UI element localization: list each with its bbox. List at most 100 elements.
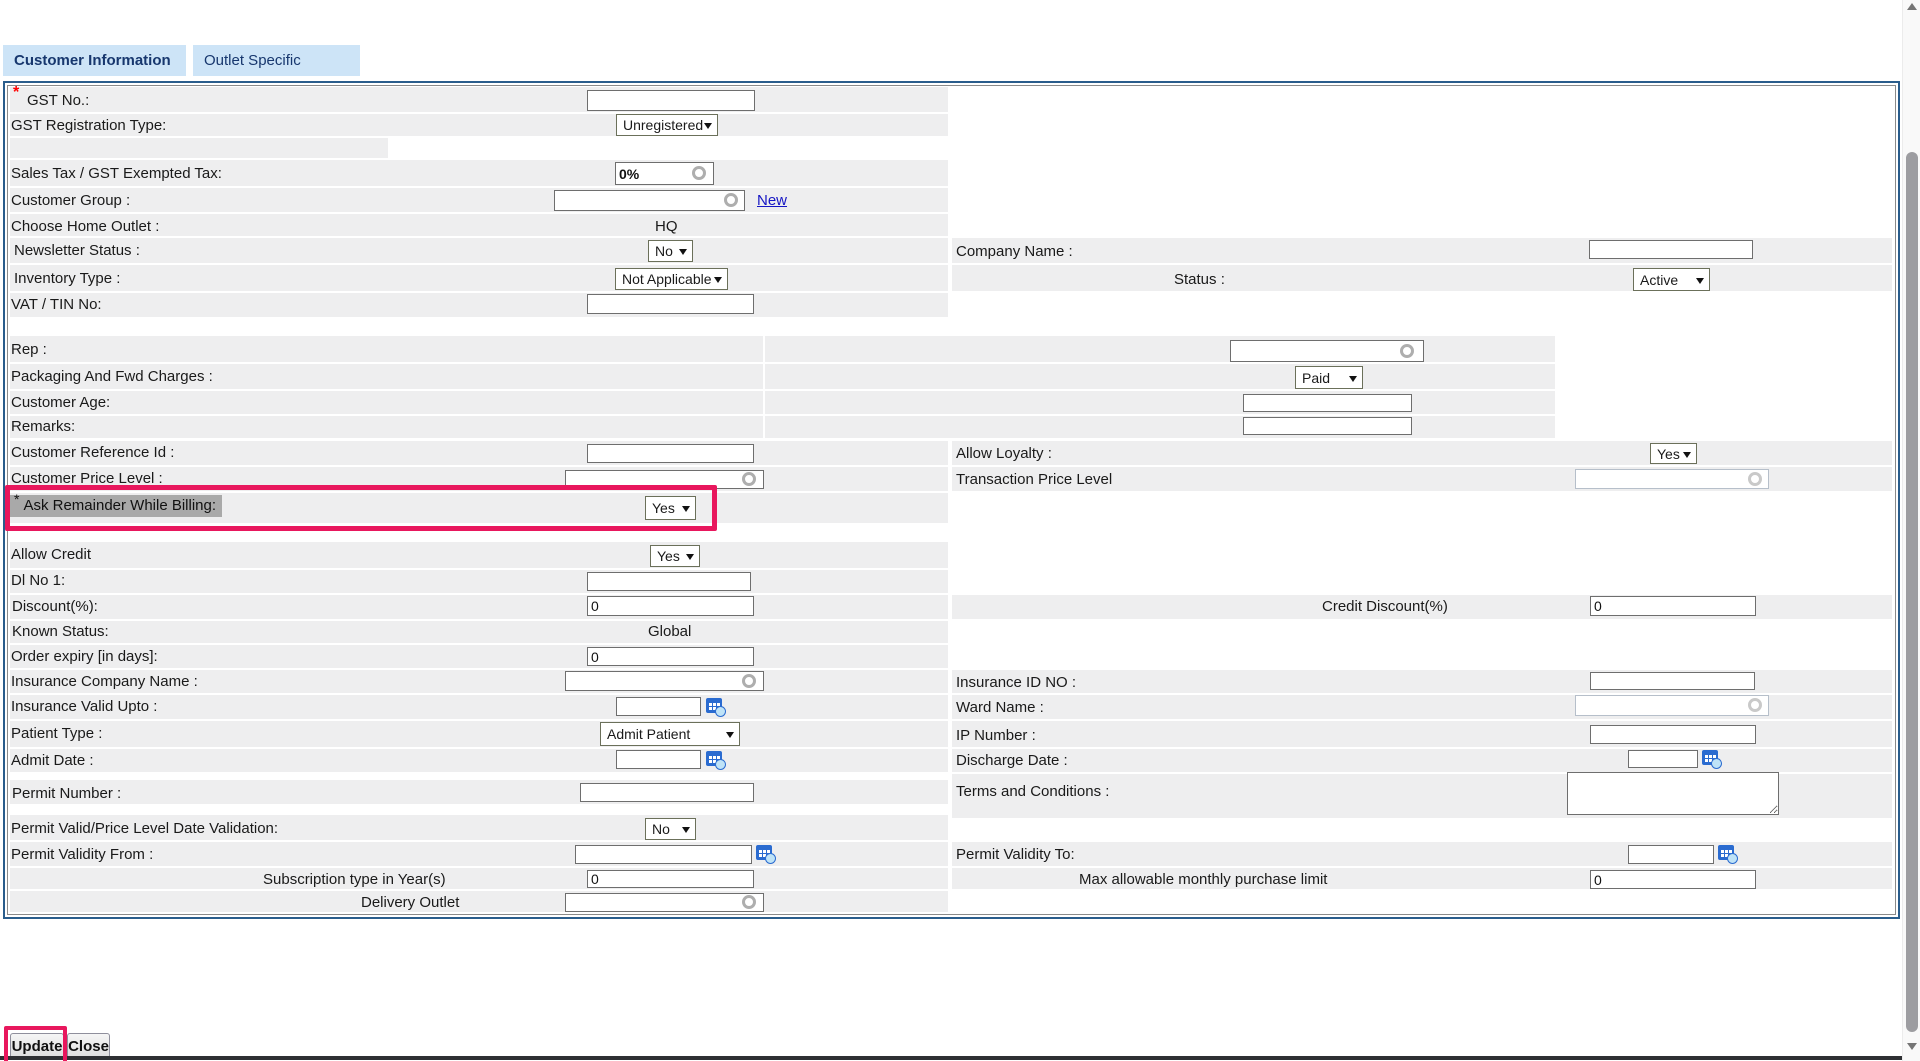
row-permit-number [10,780,948,804]
row-packaging-right [765,364,1555,389]
delivery-outlet-lookup-icon[interactable] [742,895,756,909]
row-customer-age [10,391,763,414]
row-status [952,265,1892,291]
permit-validity-to-input[interactable] [1628,845,1714,864]
chevron-down-icon [1696,277,1704,288]
permit-validity-from-input[interactable] [575,845,752,864]
close-button-label: Close [68,1037,109,1055]
permit-validity-to-calendar-icon[interactable] [1718,845,1738,864]
terms-conditions-label: Terms and Conditions : [956,783,1110,800]
row-allow-credit [10,542,948,568]
tab-customer-information-label: Customer Information [14,52,171,69]
transaction-price-level-label: Transaction Price Level [956,471,1113,488]
row-gst-no [10,87,948,112]
status-select[interactable]: Active [1633,268,1710,291]
customer-group-lookup-icon[interactable] [724,193,738,207]
gst-no-input[interactable] [587,90,755,111]
dl-no-input[interactable] [587,572,751,591]
gst-no-label: GST No.: [27,92,90,109]
ip-number-input[interactable] [1590,725,1756,744]
company-name-label: Company Name : [956,243,1073,260]
patient-type-select[interactable]: Admit Patient [600,722,740,746]
row-dl-no [10,570,948,593]
insurance-id-label: Insurance ID NO : [956,674,1077,691]
allow-loyalty-select[interactable]: Yes [1650,443,1697,464]
delivery-outlet-input[interactable] [565,893,764,912]
tab-outlet-specific[interactable]: Outlet Specific [193,45,360,76]
subscription-years-input[interactable] [587,870,754,888]
customer-reference-input[interactable] [587,444,754,463]
chevron-down-icon [1683,451,1691,462]
chevron-down-icon [714,277,722,287]
company-name-input[interactable] [1589,240,1753,259]
subscription-years-label: Subscription type in Year(s) [263,871,446,888]
tab-customer-information[interactable]: Customer Information [3,45,186,76]
tab-outlet-specific-label: Outlet Specific [204,52,301,69]
newsletter-status-select[interactable]: No [648,240,693,262]
discharge-date-input[interactable] [1628,750,1698,768]
remarks-label: Remarks: [11,418,76,435]
packaging-fwd-label: Packaging And Fwd Charges : [11,368,213,385]
insurance-valid-upto-input[interactable] [616,697,701,716]
order-expiry-input[interactable] [587,647,754,666]
scrollbar-down-icon[interactable] [1907,1043,1917,1050]
ward-name-input[interactable] [1575,695,1769,716]
insurance-company-lookup-icon[interactable] [742,674,756,688]
allow-credit-select[interactable]: Yes [650,545,700,567]
chevron-down-icon [686,554,694,564]
gst-registration-type-select[interactable]: Unregistered [616,114,718,136]
transaction-price-level-lookup-icon[interactable] [1748,472,1762,486]
known-status-value: Global [648,623,692,640]
insurance-valid-upto-label: Insurance Valid Upto : [11,698,158,715]
chevron-down-icon [679,249,687,259]
allow-loyalty-label: Allow Loyalty : [956,445,1052,462]
permit-number-input[interactable] [580,783,754,802]
newsletter-status-label: Newsletter Status : [14,242,140,259]
credit-discount-input[interactable] [1590,596,1756,616]
scrollbar-up-icon[interactable] [1907,3,1917,10]
row-customer-group [10,188,948,212]
rep-input[interactable] [1230,340,1424,362]
chevron-down-icon [704,123,712,133]
admit-date-calendar-icon[interactable] [706,751,726,770]
customer-price-level-lookup-icon[interactable] [742,472,756,486]
bottom-divider [0,1056,1902,1060]
customer-group-label: Customer Group : [11,192,131,209]
delivery-outlet-label: Delivery Outlet [361,894,460,911]
customer-group-new-link[interactable]: New [757,192,787,209]
ward-name-lookup-icon[interactable] [1748,698,1762,712]
terms-conditions-textarea[interactable] [1567,772,1779,815]
transaction-price-level-input[interactable] [1575,469,1769,489]
packaging-fwd-value: Paid [1302,369,1331,386]
newsletter-status-value: No [655,243,673,259]
remarks-input[interactable] [1243,417,1412,435]
permit-validity-from-calendar-icon[interactable] [756,845,776,864]
permit-valid-validation-select[interactable]: No [645,818,696,840]
discharge-date-calendar-icon[interactable] [1702,750,1722,769]
row-customer-age-right [765,391,1555,414]
credit-discount-label: Credit Discount(%) [1322,598,1448,615]
rep-lookup-icon[interactable] [1400,344,1414,358]
packaging-fwd-select[interactable]: Paid [1295,366,1363,389]
permit-valid-validation-label: Permit Valid/Price Level Date Validation… [11,820,279,837]
row-known-status [10,621,948,643]
vat-tin-input[interactable] [587,294,754,314]
customer-age-input[interactable] [1243,394,1412,412]
allow-credit-value: Yes [657,548,680,564]
max-purchase-input[interactable] [1590,870,1756,889]
insurance-company-input[interactable] [565,671,764,691]
row-patient-type [10,721,948,747]
row-admit-date [10,749,948,772]
discount-input[interactable] [587,596,754,616]
insurance-valid-upto-calendar-icon[interactable] [706,698,726,717]
scrollbar-thumb[interactable] [1906,152,1918,1032]
inventory-type-select[interactable]: Not Applicable [615,268,728,290]
customer-age-label: Customer Age: [11,394,111,411]
vertical-scrollbar[interactable] [1902,0,1920,1061]
customer-group-input[interactable] [554,190,745,211]
admit-date-input[interactable] [616,750,701,769]
insurance-id-input[interactable] [1590,672,1755,690]
inventory-type-label: Inventory Type : [14,270,121,287]
chevron-down-icon [682,827,690,837]
sales-tax-lookup-icon[interactable] [692,166,706,180]
